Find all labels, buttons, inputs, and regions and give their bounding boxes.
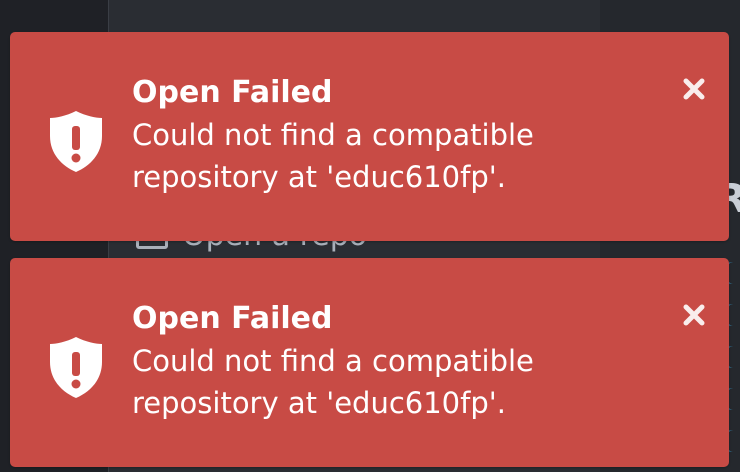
error-notification: Open Failed Could not find a compatible … (10, 258, 729, 467)
close-icon[interactable] (681, 302, 707, 328)
error-notification: Open Failed Could not find a compatible … (10, 32, 729, 241)
notification-title: Open Failed (132, 75, 333, 110)
notification-message: Could not find a compatible repository a… (132, 344, 534, 420)
shield-warning-icon (50, 337, 102, 398)
notification-title: Open Failed (132, 301, 333, 336)
close-icon[interactable] (681, 76, 707, 102)
notification-message: Could not find a compatible repository a… (132, 118, 534, 194)
shield-warning-icon (50, 111, 102, 172)
